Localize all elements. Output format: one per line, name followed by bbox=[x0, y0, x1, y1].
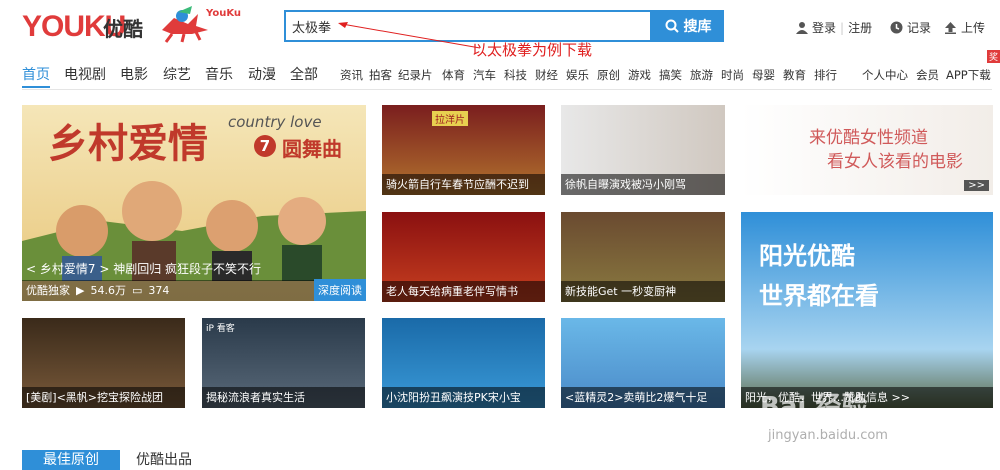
search-button[interactable]: 搜库 bbox=[652, 10, 724, 42]
sunshine-youku-ad[interactable]: 阳光优酷 世界都在看 阳光，优酷，世界…赞助信息 >> bbox=[741, 212, 993, 408]
nav-all[interactable]: 全部 bbox=[290, 64, 318, 84]
nav-movie[interactable]: 电影 bbox=[120, 64, 148, 84]
clock-icon bbox=[890, 21, 903, 34]
upload-label: 上传 bbox=[961, 21, 986, 35]
search-button-label: 搜库 bbox=[683, 19, 712, 35]
annotation-text: 以太极拳为例下载 bbox=[472, 41, 593, 59]
comment-icon: ▭ bbox=[131, 284, 143, 297]
tile-caption: 新技能Get 一秒变厨神 bbox=[561, 281, 725, 302]
nav-active-underline bbox=[22, 86, 50, 88]
nav-original[interactable]: 原创 bbox=[597, 67, 620, 83]
tile-caption: 小沈阳扮丑飙演技PK宋小宝 bbox=[382, 387, 545, 408]
nav-baby[interactable]: 母婴 bbox=[752, 67, 775, 83]
tab-youku-produced[interactable]: 优酷出品 bbox=[136, 450, 192, 470]
video-tile[interactable]: iP 看客 揭秘流浪者真实生活 bbox=[202, 318, 365, 408]
tile-caption: 骑火箭自行车春节应酬不迟到 bbox=[382, 174, 545, 195]
ad-more-button[interactable]: >> bbox=[964, 180, 989, 191]
watermark-brand: Bai 经验 bbox=[760, 392, 868, 422]
nav-ent[interactable]: 娱乐 bbox=[566, 67, 589, 83]
tab-best-original[interactable]: 最佳原创 bbox=[22, 450, 120, 470]
video-tile[interactable]: 拉洋片 骑火箭自行车春节应酬不迟到 bbox=[382, 105, 545, 195]
nav-funny[interactable]: 搞笑 bbox=[659, 67, 682, 83]
video-tile[interactable]: 老人每天给病重老伴写情书 bbox=[382, 212, 545, 302]
youku-logo-cn[interactable]: 优酷 bbox=[103, 13, 143, 42]
nav-education[interactable]: 教育 bbox=[783, 67, 806, 83]
nav-rank[interactable]: 排行 bbox=[814, 67, 837, 83]
video-tile[interactable]: <蓝精灵2>卖萌比2爆气十足 bbox=[561, 318, 725, 408]
tile-caption: 老人每天给病重老伴写情书 bbox=[382, 281, 545, 302]
video-tile[interactable]: 新技能Get 一秒变厨神 bbox=[561, 212, 725, 302]
nav-vip[interactable]: 会员 bbox=[916, 67, 939, 83]
nav-anime[interactable]: 动漫 bbox=[248, 64, 276, 84]
mascot-label: YouKu bbox=[206, 8, 242, 19]
nav-games[interactable]: 游戏 bbox=[628, 67, 651, 83]
video-tile[interactable]: 小沈阳扮丑飙演技PK宋小宝 bbox=[382, 318, 545, 408]
ad-line1: 来优酷女性频道 bbox=[809, 128, 928, 148]
video-tile[interactable]: [美剧]<黑帆>挖宝探险战团 bbox=[22, 318, 185, 408]
search-icon bbox=[665, 19, 679, 33]
video-tile[interactable]: 徐帆自曝演戏被冯小刚骂 bbox=[561, 105, 725, 195]
nav-paike[interactable]: 拍客 bbox=[369, 67, 392, 83]
hero-comments: 374 bbox=[148, 284, 170, 297]
nav-divider bbox=[22, 89, 992, 90]
hero-views: 54.6万 bbox=[90, 284, 126, 297]
login-divider: | bbox=[840, 20, 845, 35]
nav-travel[interactable]: 旅游 bbox=[690, 67, 713, 83]
hero-tag[interactable]: 深度阅读 bbox=[314, 279, 366, 301]
tile-caption: 徐帆自曝演戏被冯小刚骂 bbox=[561, 174, 725, 195]
nav-variety[interactable]: 综艺 bbox=[163, 64, 191, 84]
tile-caption: <蓝精灵2>卖萌比2爆气十足 bbox=[561, 387, 725, 408]
hero-source: 优酷独家 bbox=[26, 284, 70, 297]
nav-sports[interactable]: 体育 bbox=[442, 67, 465, 83]
watermark-url: jingyan.baidu.com bbox=[768, 428, 888, 443]
app-badge: 奖 bbox=[987, 50, 1000, 63]
tile-sign: 拉洋片 bbox=[432, 111, 468, 126]
nav-app-download[interactable]: APP下载 bbox=[946, 67, 991, 83]
nav-auto[interactable]: 汽车 bbox=[473, 67, 496, 83]
play-icon: ▶ bbox=[76, 284, 85, 297]
nav-user-center[interactable]: 个人中心 bbox=[862, 67, 908, 83]
channel-nav: 首页 电视剧 电影 综艺 音乐 动漫 全部 资讯 拍客 纪录片 体育 汽车 科技… bbox=[22, 50, 1000, 90]
history-link[interactable]: 记录 bbox=[890, 19, 931, 36]
sun-ad-line2: 世界都在看 bbox=[759, 282, 879, 310]
user-icon bbox=[796, 22, 808, 34]
login-group: 登录 | 注册 bbox=[796, 19, 872, 36]
sun-ad-line1: 阳光优酷 bbox=[759, 242, 855, 270]
nav-music[interactable]: 音乐 bbox=[205, 64, 233, 84]
upload-icon bbox=[945, 22, 956, 34]
nav-finance[interactable]: 财经 bbox=[535, 67, 558, 83]
ad-line2: 看女人该看的电影 bbox=[827, 152, 963, 172]
history-label: 记录 bbox=[907, 21, 932, 35]
tile-logo: iP 看客 bbox=[206, 324, 235, 334]
women-channel-ad[interactable]: 来优酷女性频道 看女人该看的电影 >> bbox=[741, 105, 993, 195]
hero-caption: < 乡村爱情7 > 神剧回归 疯狂段子不笑不行 bbox=[26, 262, 262, 276]
nav-fashion[interactable]: 时尚 bbox=[721, 67, 744, 83]
tile-caption: [美剧]<黑帆>挖宝探险战团 bbox=[22, 387, 185, 408]
nav-tech[interactable]: 科技 bbox=[504, 67, 527, 83]
mascot-icon: YouKu bbox=[152, 4, 248, 44]
hero-subtitle: country love bbox=[228, 113, 322, 131]
upload-link[interactable]: 上传 bbox=[944, 19, 985, 36]
hero-tile[interactable]: 乡村爱情 country love 7 圆舞曲 < 乡村爱情7 > 神剧回归 疯… bbox=[22, 105, 366, 301]
hero-dance: 圆舞曲 bbox=[282, 137, 342, 161]
tile-caption: 揭秘流浪者真实生活 bbox=[202, 387, 365, 408]
annotation-arrow bbox=[338, 22, 481, 49]
nav-tv[interactable]: 电视剧 bbox=[64, 64, 106, 84]
nav-documentary[interactable]: 纪录片 bbox=[398, 67, 433, 83]
hero-episode: 7 bbox=[254, 135, 276, 157]
nav-news[interactable]: 资讯 bbox=[340, 67, 363, 83]
login-link[interactable]: 登录 bbox=[812, 19, 836, 36]
nav-home[interactable]: 首页 bbox=[22, 64, 50, 84]
register-link[interactable]: 注册 bbox=[848, 19, 872, 36]
